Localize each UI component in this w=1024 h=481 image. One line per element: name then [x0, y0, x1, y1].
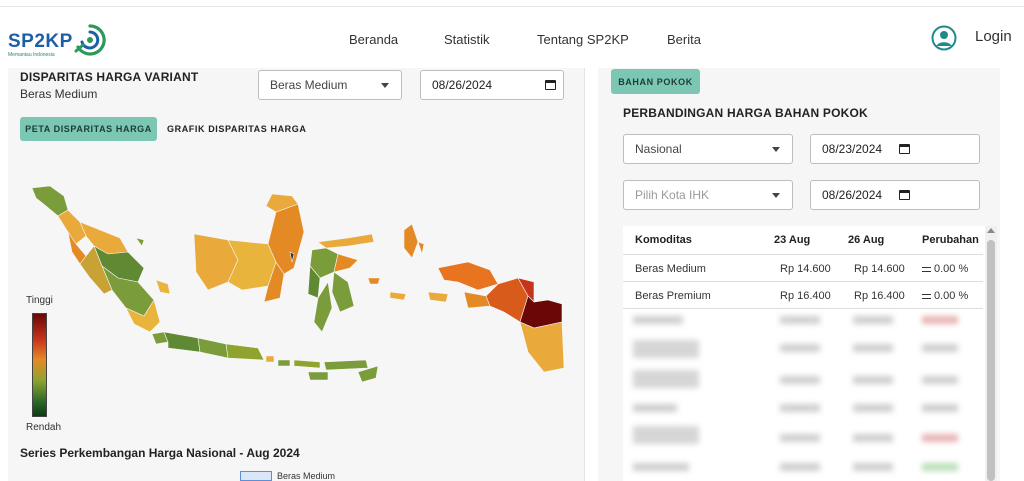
maluku-islands: [367, 223, 449, 303]
chevron-down-icon: [381, 83, 389, 88]
nav-beranda[interactable]: Beranda: [349, 32, 398, 47]
region-jateng: [197, 337, 229, 359]
region-papua-selatan: [519, 321, 565, 373]
equal-icon: [922, 266, 931, 272]
java-island: [151, 331, 275, 363]
series-legend-swatch[interactable]: [240, 471, 272, 481]
equal-icon: [922, 293, 931, 299]
disparity-date-value: 08/26/2024: [432, 78, 493, 92]
date-from-input[interactable]: 08/23/2024: [810, 134, 980, 164]
legend-gradient-bar: [32, 313, 47, 417]
series-chart-title: Series Perkembangan Harga Nasional - Aug…: [20, 446, 300, 460]
chevron-down-icon: [772, 147, 780, 152]
row-0-curr-price: Rp 14.600: [854, 263, 905, 275]
legend-high-label: Tinggi: [26, 295, 53, 306]
region-riau: [79, 221, 129, 255]
region-sulut: [317, 233, 375, 249]
logo-text: SP2KP: [8, 31, 73, 52]
region-papua-barat: [437, 261, 499, 291]
login-link[interactable]: Login: [975, 28, 1012, 45]
top-navbar: SP2KP Memantau Indonesia: [0, 6, 1024, 68]
tab-grafik-disparitas[interactable]: GRAFIK DISPARITAS HARGA: [167, 124, 306, 134]
header-perubahan[interactable]: Perubahan: [922, 234, 979, 246]
sumatra-island: [31, 185, 171, 333]
region-sultra: [331, 271, 355, 313]
region-select-value: Nasional: [635, 142, 682, 156]
logo-emblem-icon: [74, 24, 106, 56]
tab-peta-label: PETA DISPARITAS HARGA: [25, 124, 152, 134]
city-select[interactable]: Pilih Kota IHK: [623, 180, 793, 210]
table-divider: [623, 281, 983, 282]
disparity-subtitle: Beras Medium: [20, 87, 98, 101]
row-0-commodity: Beras Medium: [635, 263, 706, 275]
sp2kp-logo[interactable]: SP2KP Memantau Indonesia: [8, 21, 112, 61]
comparison-title: PERBANDINGAN HARGA BAHAN POKOK: [623, 106, 868, 120]
header-komoditas[interactable]: Komoditas: [635, 234, 692, 246]
tab-peta-disparitas[interactable]: PETA DISPARITAS HARGA: [20, 117, 157, 141]
chevron-down-icon: [772, 193, 780, 198]
logo-tagline: Memantau Indonesia: [8, 52, 55, 58]
row-0-prev-price: Rp 14.600: [780, 263, 831, 275]
page-edge: [1006, 68, 1024, 481]
region-jatim: [225, 343, 265, 361]
disparity-title: DISPARITAS HARGA VARIANT: [20, 70, 199, 84]
calendar-icon[interactable]: [899, 190, 910, 200]
bahan-pokok-label: BAHAN POKOK: [618, 76, 693, 87]
legend-low-label: Rendah: [26, 422, 62, 433]
nav-tentang-sp2kp[interactable]: Tentang SP2KP: [537, 32, 629, 47]
date-to-input[interactable]: 08/26/2024: [810, 180, 980, 210]
row-1-prev-price: Rp 16.400: [780, 290, 831, 302]
calendar-icon[interactable]: [545, 80, 556, 90]
date-to-value: 08/26/2024: [822, 188, 883, 202]
series-legend-label[interactable]: Beras Medium: [277, 471, 335, 481]
date-from-value: 08/23/2024: [822, 142, 883, 156]
indonesia-disparity-map[interactable]: [28, 182, 568, 402]
calendar-icon[interactable]: [899, 144, 910, 154]
sulawesi-island: [307, 233, 375, 333]
papua-island: [437, 261, 565, 373]
table-divider: [623, 254, 983, 255]
header-curr-date[interactable]: 26 Aug: [848, 234, 884, 246]
row-1-change-value: 0.00 %: [934, 290, 969, 302]
user-circle-icon[interactable]: [931, 25, 957, 51]
table-divider: [623, 308, 983, 309]
row-1-curr-price: Rp 16.400: [854, 290, 905, 302]
scroll-up-arrow-icon[interactable]: [987, 228, 995, 233]
nusa-tenggara: [277, 359, 379, 383]
row-0-change-value: 0.00 %: [934, 263, 969, 275]
nav-berita[interactable]: Berita: [667, 32, 701, 47]
kalimantan-island: [193, 193, 305, 303]
city-select-placeholder: Pilih Kota IHK: [635, 188, 710, 202]
header-prev-date[interactable]: 23 Aug: [774, 234, 810, 246]
bahan-pokok-badge[interactable]: BAHAN POKOK: [611, 69, 700, 94]
region-kepri: [135, 237, 145, 247]
row-0-change: 0.00 %: [922, 263, 968, 275]
row-1-change: 0.00 %: [922, 290, 968, 302]
disparity-date-input[interactable]: 08/26/2024: [420, 70, 564, 100]
row-1-commodity: Beras Premium: [635, 290, 711, 302]
region-bali: [265, 355, 275, 363]
region-select[interactable]: Nasional: [623, 134, 793, 164]
scrollbar-thumb[interactable]: [987, 240, 995, 481]
nav-statistik[interactable]: Statistik: [444, 32, 490, 47]
variant-select-value: Beras Medium: [270, 78, 348, 92]
variant-select[interactable]: Beras Medium: [258, 70, 402, 100]
region-babel: [155, 279, 171, 295]
region-aceh: [31, 185, 69, 217]
region-jabar: [163, 331, 201, 353]
